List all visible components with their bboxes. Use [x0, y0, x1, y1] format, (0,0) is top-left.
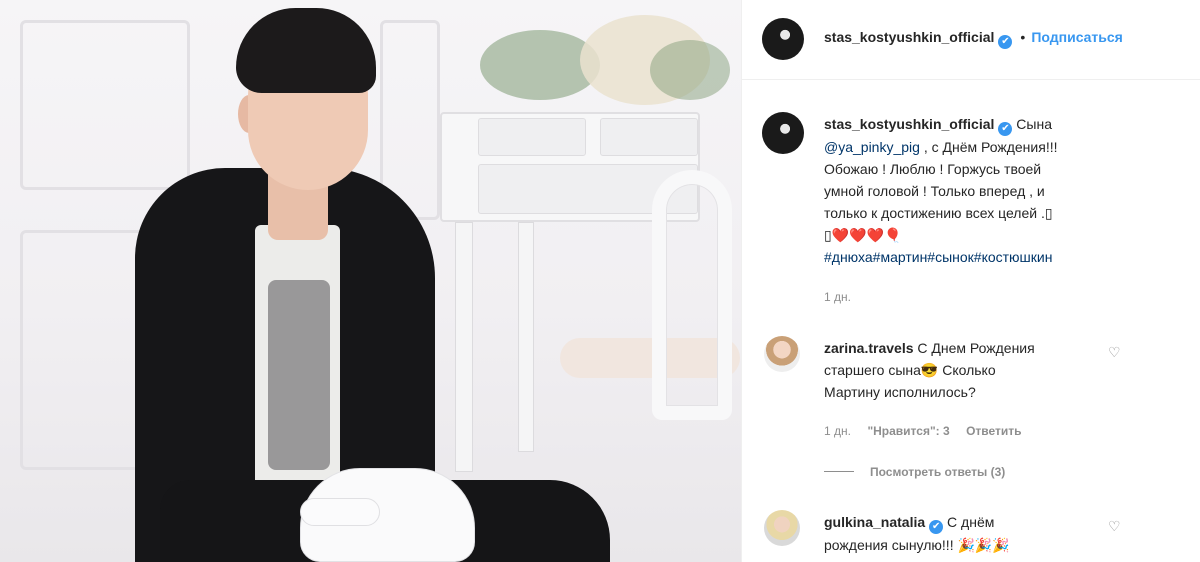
- plant: [650, 40, 730, 100]
- caption-emoji: ▯❤️❤️❤️🎈: [824, 227, 902, 243]
- chair-back: [652, 170, 732, 420]
- toy-horse-handle: [300, 498, 380, 526]
- post-photo[interactable]: [0, 0, 741, 562]
- comment-text: Мартину исполнилось?: [824, 384, 976, 400]
- caption-time[interactable]: 1 дн.: [824, 290, 851, 304]
- view-replies[interactable]: Посмотреть ответы (3): [824, 463, 1005, 481]
- post-sidebar: stas_kostyushkin_official ✔ • Подписаться s…: [741, 0, 1200, 562]
- caption-text: только к достижению всех целей .▯: [824, 205, 1053, 221]
- verified-icon: ✔: [929, 520, 944, 534]
- comment-meta: 1 дн. "Нравится": 3 Ответить: [824, 422, 1022, 440]
- caption-avatar[interactable]: [762, 112, 804, 154]
- like-comment-icon[interactable]: ♡: [1108, 344, 1121, 361]
- table-leg: [455, 222, 473, 472]
- caption-text: умной головой ! Только вперед , и: [824, 183, 1045, 199]
- post-header: stas_kostyushkin_official ✔ • Подписаться: [742, 0, 1200, 80]
- comment-text: рождения сынулю!!! 🎉🎉🎉: [824, 537, 1010, 553]
- header-row: stas_kostyushkin_official ✔ • Подписаться: [824, 29, 1123, 49]
- comment-time[interactable]: 1 дн.: [824, 424, 851, 438]
- replies-divider: [824, 471, 854, 473]
- comment-avatar[interactable]: [764, 336, 800, 372]
- hashtags-link[interactable]: #днюха#мартин#сынок#костюшкин: [824, 246, 1184, 268]
- caption: stas_kostyushkin_official ✔ Сына @ya_pink…: [824, 113, 1184, 268]
- caption-text: , с Днём Рождения!!!: [923, 139, 1058, 155]
- drawer: [600, 118, 698, 156]
- comment: gulkina_natalia ✔ С днём рождения сынулю!…: [824, 511, 1104, 556]
- comment-username[interactable]: gulkina_natalia: [824, 514, 925, 530]
- comment-text: старшего сына😎 Сколько: [824, 362, 996, 378]
- view-replies-label[interactable]: Посмотреть ответы (3): [870, 465, 1005, 479]
- person-hair: [236, 8, 376, 93]
- caption-username[interactable]: stas_kostyushkin_official: [824, 116, 994, 132]
- table-leg: [518, 222, 534, 452]
- caption-text: Обожаю ! Люблю ! Горжусь твоей: [824, 161, 1042, 177]
- shirt-print: [268, 280, 330, 470]
- follow-button[interactable]: Подписаться: [1031, 29, 1123, 45]
- drawer: [478, 118, 586, 156]
- comment-text: С Днем Рождения: [917, 340, 1035, 356]
- separator-dot: •: [1020, 29, 1026, 45]
- mention-link[interactable]: @ya_pinky_pig: [824, 139, 920, 155]
- wall-panel: [20, 20, 190, 190]
- caption-text: Сына: [1016, 116, 1052, 132]
- author-avatar[interactable]: [762, 18, 804, 60]
- comment: zarina.travels С Днем Рождения старшего …: [824, 337, 1104, 403]
- comment-username[interactable]: zarina.travels: [824, 340, 914, 356]
- verified-icon: ✔: [998, 35, 1013, 49]
- comment-text: С днём: [947, 514, 995, 530]
- comment-avatar[interactable]: [764, 510, 800, 546]
- reply-button[interactable]: Ответить: [966, 424, 1021, 438]
- author-username[interactable]: stas_kostyushkin_official: [824, 29, 994, 45]
- comment-likes[interactable]: "Нравится": 3: [867, 424, 949, 438]
- like-comment-icon[interactable]: ♡: [1108, 518, 1121, 535]
- verified-icon: ✔: [998, 122, 1013, 136]
